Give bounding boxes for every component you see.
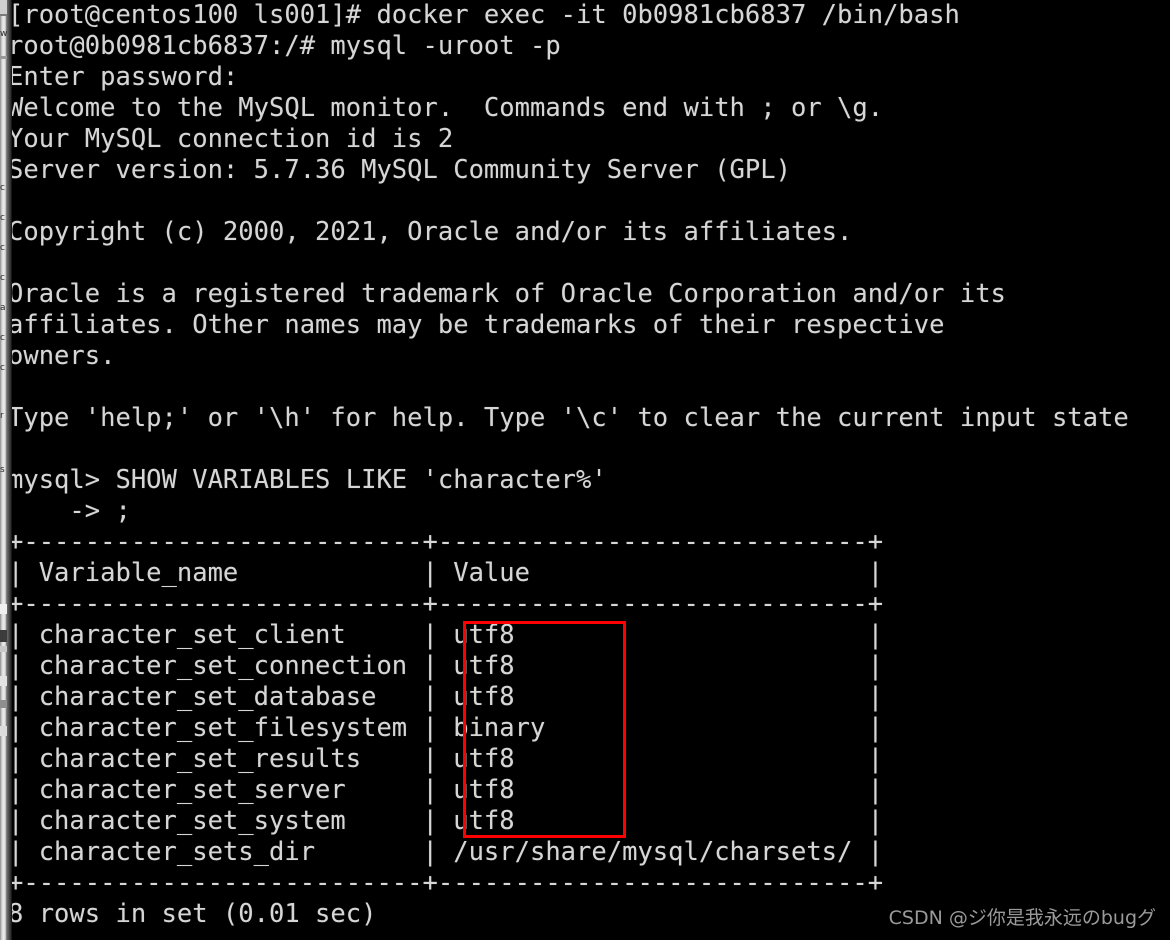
background-fragment: c [0, 184, 5, 193]
terminal-line: root@0b0981cb6837:/# mysql -uroot -p [8, 31, 561, 61]
background-fragment: c [0, 214, 5, 223]
terminal-output[interactable]: [root@centos100 ls001]# docker exec -it … [0, 0, 1170, 940]
background-fragment: a [0, 304, 6, 313]
background-fragment: c [0, 364, 5, 373]
terminal-line: Type 'help;' or '\h' for help. Type '\c'… [8, 403, 1129, 433]
table-row: | character_set_database | utf8 | [8, 682, 884, 712]
terminal-line: affiliates. Other names may be trademark… [8, 310, 945, 340]
table-header-row: | Variable_name | Value | [8, 558, 884, 588]
table-row: | character_set_system | utf8 | [8, 806, 884, 836]
background-fragment: c [0, 274, 5, 283]
background-fragment: s [0, 466, 5, 475]
terminal-line: Enter password: [8, 62, 239, 92]
window-border [7, 0, 12, 940]
table-separator: +--------------------------+------------… [8, 527, 884, 557]
table-row: | character_set_connection | utf8 | [8, 651, 884, 681]
terminal-command-line: mysql> SHOW VARIABLES LIKE 'character%' [8, 465, 607, 495]
background-fragment: c [0, 334, 5, 343]
table-row: | character_set_client | utf8 | [8, 620, 884, 650]
terminal-line: Copyright (c) 2000, 2021, Oracle and/or … [8, 217, 853, 247]
background-fragment: c [0, 244, 5, 253]
terminal-line: Welcome to the MySQL monitor. Commands e… [8, 93, 884, 123]
table-row: | character_set_results | utf8 | [8, 744, 884, 774]
terminal-screen: w c c c c a c c r s [root@centos100 ls00… [0, 0, 1170, 940]
result-footer: 8 rows in set (0.01 sec) [8, 899, 377, 929]
terminal-continuation-line: -> ; [8, 496, 131, 526]
background-window-sliver[interactable]: w c c c c a c c r s [0, 0, 7, 940]
terminal-line: [root@centos100 ls001]# docker exec -it … [8, 0, 960, 30]
table-row: | character_set_server | utf8 | [8, 775, 884, 805]
table-separator: +--------------------------+------------… [8, 868, 884, 898]
background-fragment: r [0, 412, 4, 421]
terminal-line: Your MySQL connection id is 2 [8, 124, 454, 154]
table-separator: +--------------------------+------------… [8, 589, 884, 619]
terminal-line: owners. [8, 341, 116, 371]
background-fragment: w [0, 30, 7, 39]
watermark: CSDN @ジ你是我永远のbugグ [888, 907, 1156, 929]
table-row: | character_set_filesystem | binary | [8, 713, 884, 743]
table-row: | character_sets_dir | /usr/share/mysql/… [8, 837, 884, 867]
terminal-line: Server version: 5.7.36 MySQL Community S… [8, 155, 791, 185]
terminal-line: Oracle is a registered trademark of Orac… [8, 279, 1006, 309]
